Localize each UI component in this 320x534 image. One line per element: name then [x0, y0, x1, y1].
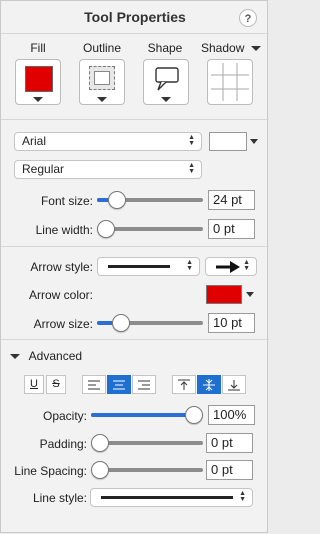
- padding-label: Padding:: [39, 437, 87, 451]
- opacity-field[interactable]: 100%: [208, 405, 255, 425]
- arrow-size-slider-knob[interactable]: [111, 314, 130, 332]
- font-family-select[interactable]: Arial ▲ ▼: [14, 132, 202, 151]
- font-family-value: Arial: [22, 134, 47, 148]
- align-top-button[interactable]: [172, 375, 196, 394]
- tab-shape[interactable]: Shape: [135, 41, 195, 55]
- text-color-well[interactable]: [209, 132, 259, 152]
- stepper-icon: ▲ ▼: [243, 259, 250, 272]
- align-left-button[interactable]: [82, 375, 106, 394]
- line-preview-icon: [101, 496, 233, 499]
- shape-menu-caret-icon: [161, 97, 171, 102]
- arrow-color-label: Arrow color:: [28, 288, 93, 302]
- tool-properties-panel: Tool Properties ? Fill Outline Shape Sha…: [0, 0, 269, 533]
- chevron-down-icon: [250, 139, 258, 144]
- strikethrough-button[interactable]: S: [46, 375, 66, 394]
- underline-button[interactable]: U: [24, 375, 44, 394]
- arrow-style-select[interactable]: ▲ ▼: [97, 257, 200, 276]
- header-divider: [1, 33, 269, 34]
- section-divider: [1, 119, 269, 120]
- align-top-icon: [178, 379, 190, 390]
- font-size-slider-knob[interactable]: [107, 191, 126, 209]
- arrow-color-swatch: [206, 285, 242, 304]
- arrow-color-well[interactable]: [206, 285, 256, 305]
- line-width-slider-knob[interactable]: [97, 220, 115, 238]
- padding-slider-knob[interactable]: [91, 434, 109, 452]
- tab-outline[interactable]: Outline: [72, 41, 132, 55]
- arrow-head-select[interactable]: ▲ ▼: [205, 257, 257, 276]
- line-spacing-slider-knob[interactable]: [91, 461, 109, 479]
- outline-well[interactable]: [79, 59, 125, 105]
- align-middle-button[interactable]: [197, 375, 221, 394]
- opacity-label: Opacity:: [42, 409, 87, 423]
- disclosure-triangle-icon: [10, 354, 20, 360]
- line-width-label: Line width:: [35, 223, 93, 237]
- align-right-button[interactable]: [132, 375, 156, 394]
- align-left-icon: [88, 380, 100, 390]
- chevron-down-icon: [246, 292, 254, 297]
- stepper-icon: ▲ ▼: [186, 259, 193, 272]
- speech-bubble-icon: [155, 67, 179, 91]
- stepper-icon: ▲ ▼: [188, 134, 195, 147]
- line-spacing-field[interactable]: 0 pt: [206, 460, 253, 480]
- advanced-disclosure[interactable]: Advanced: [10, 349, 82, 363]
- align-bottom-button[interactable]: [222, 375, 246, 394]
- help-button[interactable]: ?: [239, 9, 257, 27]
- line-style-label: Line style:: [32, 491, 87, 505]
- fill-menu-caret-icon: [33, 97, 43, 102]
- opacity-slider-knob[interactable]: [185, 406, 203, 424]
- line-preview-icon: [108, 265, 170, 268]
- chevron-down-icon: [250, 46, 261, 52]
- arrow-style-label: Arrow style:: [30, 260, 93, 274]
- arrow-size-field[interactable]: 10 pt: [208, 313, 255, 333]
- advanced-label: Advanced: [28, 349, 83, 363]
- tab-shadow[interactable]: Shadow: [201, 41, 261, 55]
- stepper-icon: ▲ ▼: [188, 162, 195, 175]
- fill-color-swatch: [25, 66, 53, 92]
- font-size-label: Font size:: [40, 194, 93, 208]
- shadow-grid-icon: [211, 63, 249, 101]
- align-bottom-icon: [228, 380, 240, 391]
- section-divider: [1, 246, 269, 247]
- shadow-well[interactable]: [207, 59, 253, 105]
- section-divider: [1, 339, 269, 340]
- align-center-icon: [113, 380, 125, 390]
- arrow-right-icon: [216, 261, 240, 273]
- align-middle-icon: [203, 379, 215, 391]
- line-spacing-label: Line Spacing:: [14, 464, 87, 478]
- outline-menu-caret-icon: [97, 97, 107, 102]
- stepper-icon: ▲ ▼: [239, 490, 246, 503]
- text-color-swatch: [209, 132, 247, 151]
- line-width-field[interactable]: 0 pt: [208, 219, 255, 239]
- line-style-select[interactable]: ▲ ▼: [90, 488, 253, 507]
- padding-field[interactable]: 0 pt: [206, 433, 253, 453]
- font-style-value: Regular: [22, 162, 65, 176]
- align-right-icon: [138, 380, 150, 390]
- tab-fill[interactable]: Fill: [8, 41, 68, 55]
- fill-well[interactable]: [15, 59, 61, 105]
- opacity-slider-fill: [91, 413, 194, 417]
- font-style-select[interactable]: Regular ▲ ▼: [14, 160, 202, 179]
- tab-shadow-label: Shadow: [201, 41, 245, 55]
- outline-inner-icon: [94, 71, 110, 85]
- align-center-button[interactable]: [107, 375, 131, 394]
- arrow-size-label: Arrow size:: [33, 317, 93, 331]
- font-size-field[interactable]: 24 pt: [208, 190, 255, 210]
- shape-well[interactable]: [143, 59, 189, 105]
- panel-title: Tool Properties: [84, 9, 186, 25]
